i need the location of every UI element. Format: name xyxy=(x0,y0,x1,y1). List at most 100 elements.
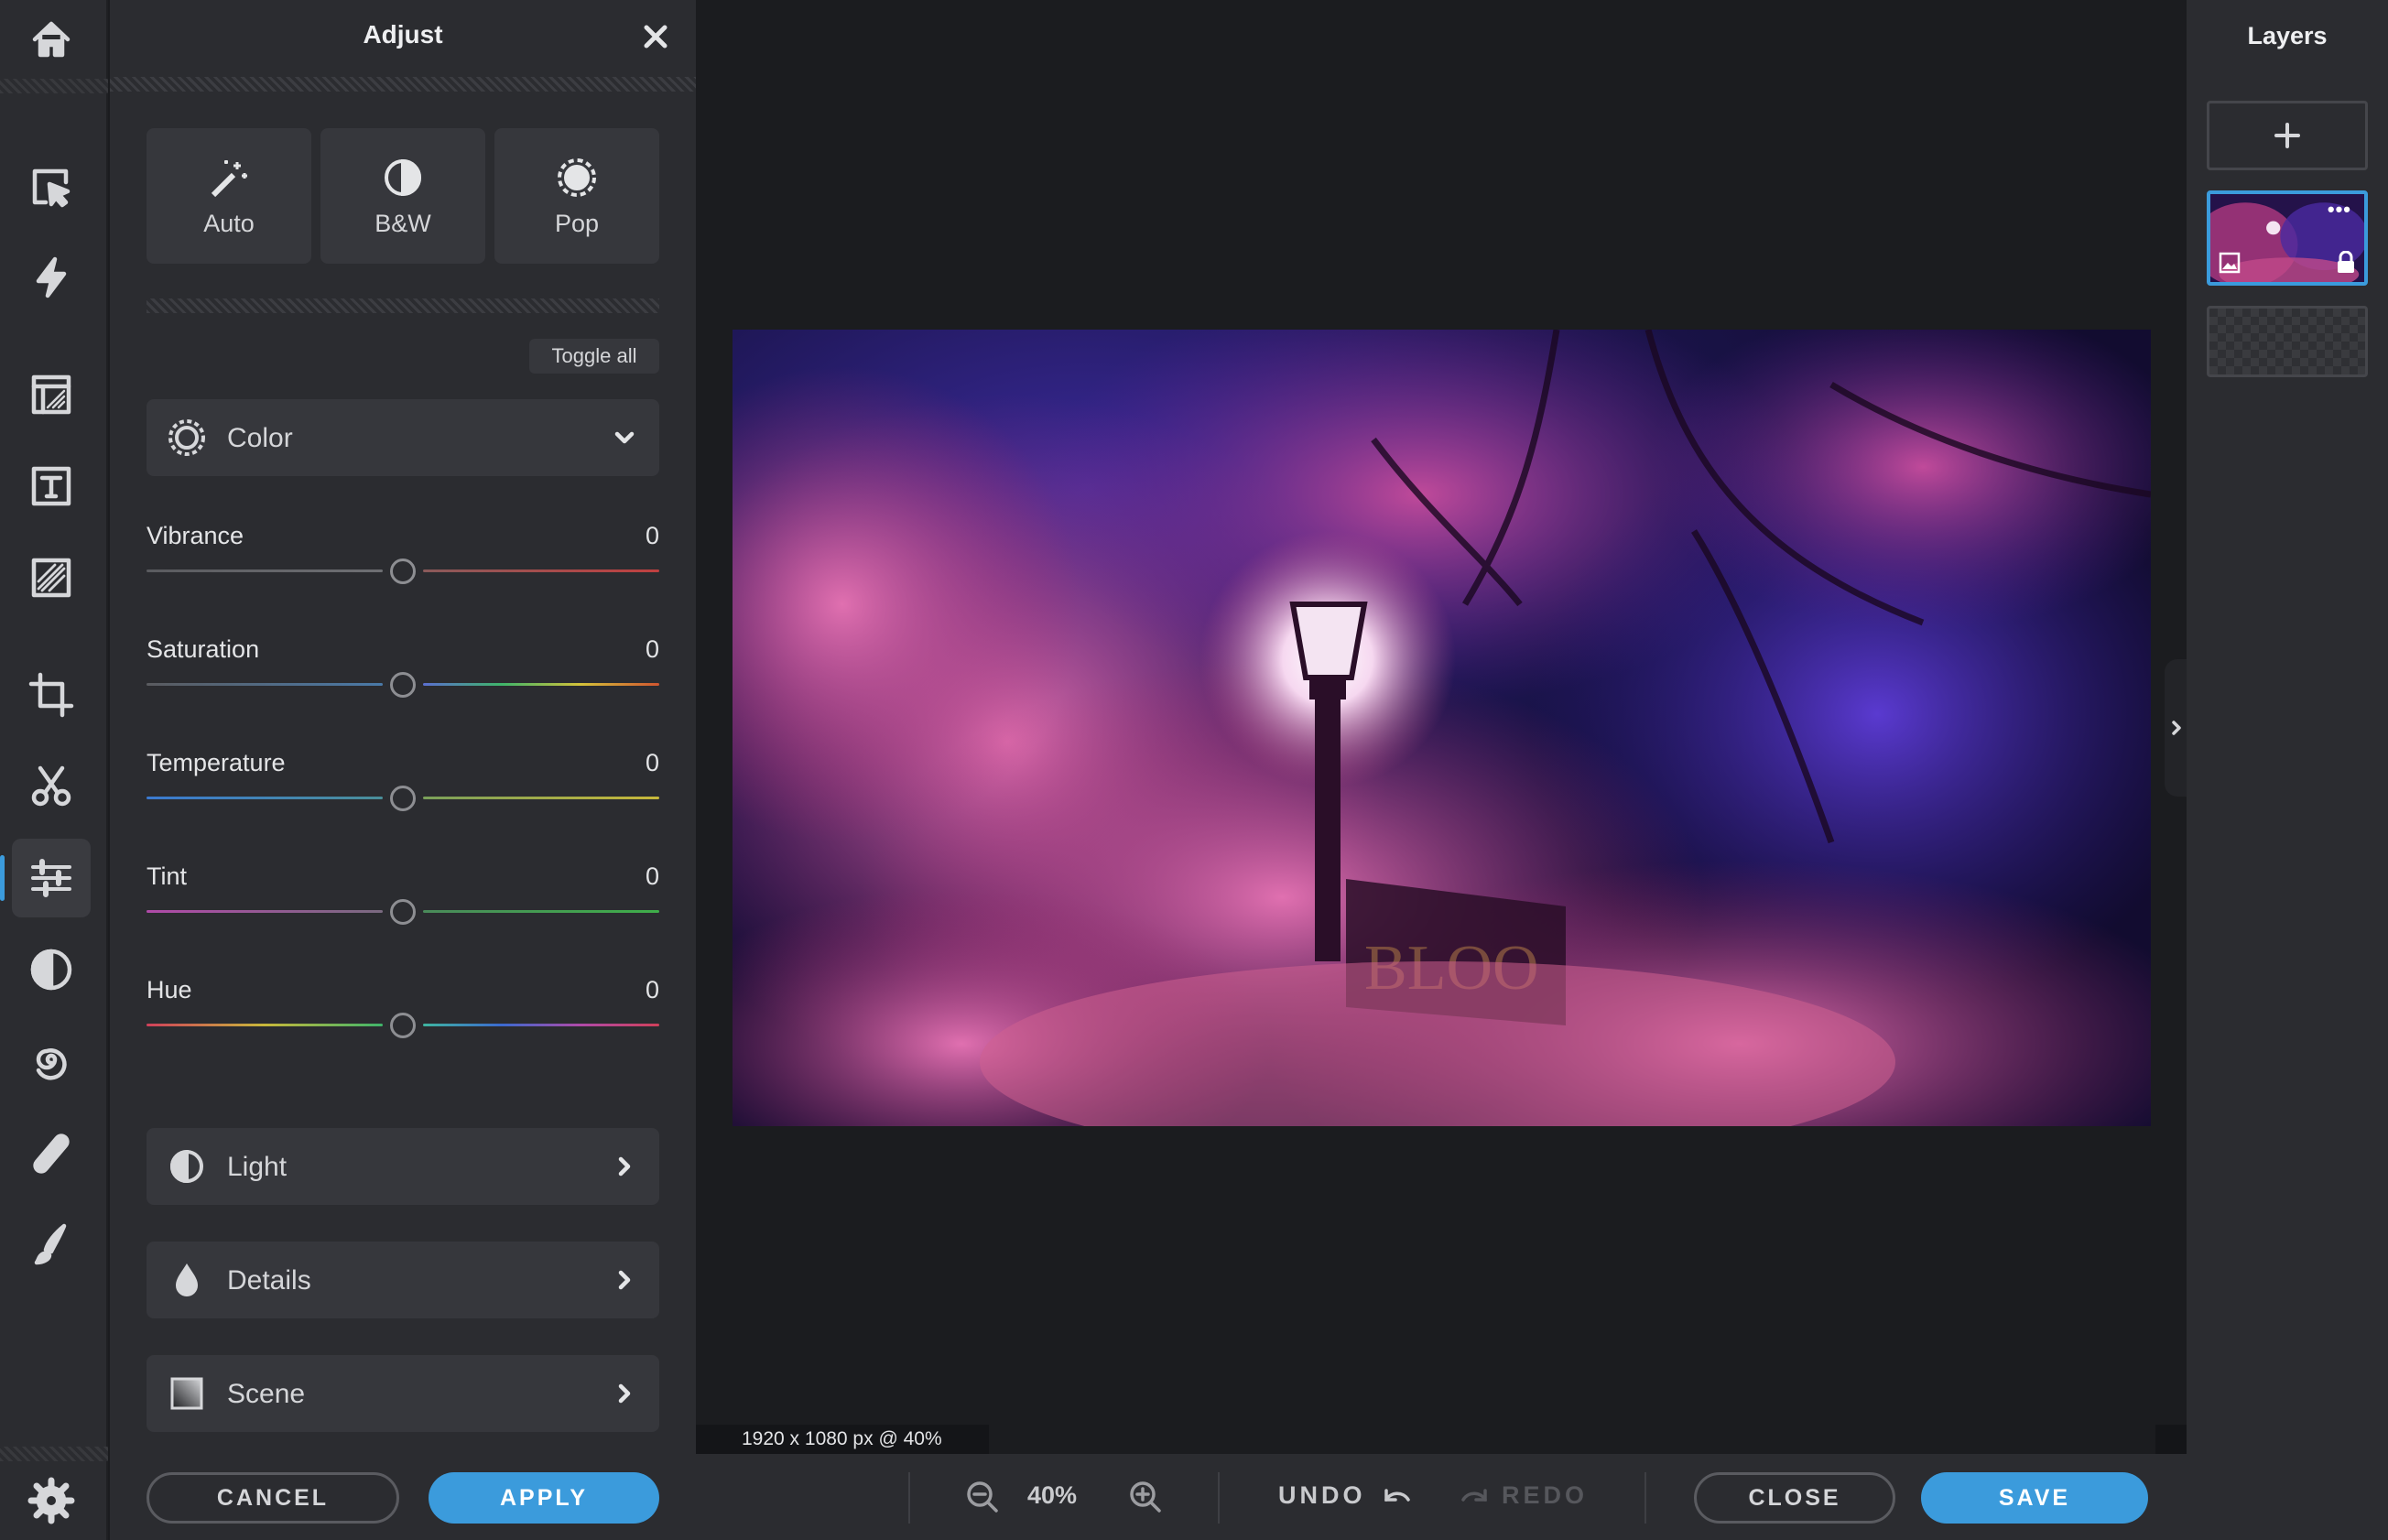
light-section-header[interactable]: Light xyxy=(147,1128,659,1205)
light-icon xyxy=(167,1146,207,1187)
slider-track-right[interactable] xyxy=(423,569,659,572)
close-icon xyxy=(644,25,668,49)
preset-label: Pop xyxy=(554,209,600,237)
slider-track-left[interactable] xyxy=(147,797,383,799)
tint-slider[interactable]: Tint 0 xyxy=(147,862,659,945)
zoom-out-button[interactable] xyxy=(963,1478,1002,1516)
toolbar-divider xyxy=(908,1472,910,1524)
rail-divider xyxy=(0,79,108,93)
slider-label: Saturation xyxy=(147,635,260,663)
filters-tool-button[interactable] xyxy=(12,930,91,1009)
slider-track-left[interactable] xyxy=(147,910,383,913)
slider-track-left[interactable] xyxy=(147,1024,383,1026)
slider-knob[interactable] xyxy=(390,672,416,698)
temperature-slider[interactable]: Temperature 0 xyxy=(147,749,659,831)
drop-icon xyxy=(167,1260,207,1300)
toggle-all-button[interactable]: Toggle all xyxy=(529,339,659,374)
text-icon xyxy=(31,466,71,506)
details-section-header[interactable]: Details xyxy=(147,1242,659,1318)
layer-item-transparent[interactable] xyxy=(2207,306,2368,377)
quick-actions-icon xyxy=(36,256,67,298)
section-label: Details xyxy=(227,1265,311,1296)
magic-wand-icon xyxy=(211,159,247,197)
canvas-area: BLOO 1920 x 1080 px @ 40% xyxy=(696,0,2187,1454)
scene-icon xyxy=(167,1373,207,1414)
retouch-icon xyxy=(33,1133,70,1174)
slider-value: 0 xyxy=(645,635,659,663)
saturation-slider[interactable]: Saturation 0 xyxy=(147,635,659,718)
adjust-tool-button[interactable] xyxy=(0,839,91,917)
zoom-level[interactable]: 40% xyxy=(1027,1481,1077,1510)
arrange-icon xyxy=(32,168,71,208)
close-button[interactable]: CLOSE xyxy=(1694,1472,1895,1524)
layer-item-photo[interactable]: ••• xyxy=(2207,190,2368,286)
cutout-tool-button[interactable] xyxy=(12,747,91,826)
slider-label: Tint xyxy=(147,862,188,890)
home-button[interactable] xyxy=(12,0,91,79)
draw-tool-button[interactable] xyxy=(12,1205,91,1284)
preset-auto-button[interactable]: Auto xyxy=(147,128,311,264)
hue-slider[interactable]: Hue 0 xyxy=(147,976,659,1058)
slider-knob[interactable] xyxy=(390,559,416,584)
slider-track-left[interactable] xyxy=(147,569,383,572)
liquify-tool-button[interactable] xyxy=(12,1022,91,1101)
preset-bw-button[interactable]: B&W xyxy=(320,128,485,264)
quick-actions-button[interactable] xyxy=(12,238,91,317)
slider-label: Vibrance xyxy=(147,522,244,549)
zoom-in-button[interactable] xyxy=(1126,1478,1165,1516)
panel-title: Adjust xyxy=(363,20,443,49)
chevron-right-icon xyxy=(2172,721,2181,735)
cutout-icon xyxy=(31,765,71,807)
toolbar-divider xyxy=(1218,1472,1220,1524)
add-layer-button[interactable] xyxy=(2207,101,2368,170)
redo-icon xyxy=(1456,1480,1494,1518)
color-section-header[interactable]: Color xyxy=(147,399,659,476)
layers-panel: Layers ••• xyxy=(2187,0,2388,1454)
slider-track-right[interactable] xyxy=(423,1024,659,1026)
panel-close-button[interactable] xyxy=(639,20,672,53)
preset-pop-button[interactable]: Pop xyxy=(494,128,659,264)
slider-label: Hue xyxy=(147,976,192,1003)
slider-value: 0 xyxy=(645,749,659,776)
cancel-button[interactable]: CANCEL xyxy=(147,1472,399,1524)
crop-tool-button[interactable] xyxy=(12,656,91,734)
redo-button[interactable]: REDO xyxy=(1502,1481,1588,1510)
image-layer-icon xyxy=(2219,252,2241,274)
slider-label: Temperature xyxy=(147,749,286,776)
slider-knob[interactable] xyxy=(390,899,416,925)
more-options-icon[interactable]: ••• xyxy=(2328,200,2351,220)
panel-divider xyxy=(110,77,696,92)
slider-knob[interactable] xyxy=(390,1013,416,1038)
slider-knob[interactable] xyxy=(390,786,416,811)
pop-sun-icon xyxy=(558,157,596,197)
adjust-panel: Adjust Auto B&W Pop Toggle all Color Vib… xyxy=(110,0,696,1540)
chevron-down-icon xyxy=(610,423,639,452)
graphics-button[interactable] xyxy=(12,538,91,617)
toolbar-divider xyxy=(1644,1472,1646,1524)
slider-value: 0 xyxy=(645,522,659,549)
save-button[interactable]: SAVE xyxy=(1921,1472,2148,1524)
scene-section-header[interactable]: Scene xyxy=(147,1355,659,1432)
layers-title: Layers xyxy=(2247,22,2328,49)
filters-icon xyxy=(30,949,72,991)
vibrance-slider[interactable]: Vibrance 0 xyxy=(147,522,659,604)
preset-label: Auto xyxy=(203,209,255,237)
text-tool-button[interactable] xyxy=(12,447,91,526)
panel-divider xyxy=(147,298,659,313)
lock-icon[interactable] xyxy=(2335,251,2357,275)
slider-track-left[interactable] xyxy=(147,683,383,686)
slider-track-right[interactable] xyxy=(423,797,659,799)
slider-track-right[interactable] xyxy=(423,683,659,686)
canvas-photo[interactable]: BLOO xyxy=(733,330,2151,1126)
chevron-right-icon xyxy=(610,1379,639,1408)
arrange-tool-button[interactable] xyxy=(12,148,91,227)
settings-button[interactable] xyxy=(12,1461,91,1540)
plus-icon xyxy=(2274,123,2300,148)
apply-button[interactable]: APPLY xyxy=(429,1472,659,1524)
retouch-tool-button[interactable] xyxy=(12,1113,91,1192)
crop-icon xyxy=(28,672,74,718)
slider-track-right[interactable] xyxy=(423,910,659,913)
layers-expand-toggle[interactable] xyxy=(2165,659,2188,797)
templates-button[interactable] xyxy=(12,355,91,434)
undo-button[interactable]: UNDO xyxy=(1278,1481,1366,1510)
